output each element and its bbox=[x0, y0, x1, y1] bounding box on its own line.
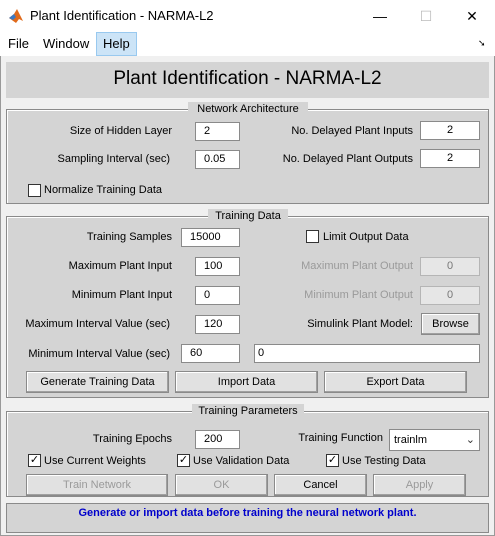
matlab-icon bbox=[9, 9, 23, 23]
sampling-interval-label: Sampling Interval (sec) bbox=[57, 153, 171, 165]
menu-window[interactable]: Window bbox=[37, 32, 95, 56]
min-plant-output-label: Minimum Plant Output bbox=[304, 289, 413, 301]
training-epochs-label: Training Epochs bbox=[92, 433, 172, 445]
delayed-inputs-label: No. Delayed Plant Inputs bbox=[291, 125, 413, 137]
window-title: Plant Identification - NARMA-L2 bbox=[30, 8, 214, 23]
training-samples-input[interactable]: 15000 bbox=[181, 228, 240, 247]
delayed-inputs-input[interactable]: 2 bbox=[420, 121, 480, 140]
limit-output-label: Limit Output Data bbox=[323, 231, 409, 243]
max-interval-input[interactable]: 120 bbox=[195, 315, 240, 334]
network-architecture-title: Network Architecture bbox=[188, 102, 308, 116]
max-plant-input-label: Maximum Plant Input bbox=[68, 260, 172, 272]
cancel-button[interactable]: Cancel bbox=[274, 474, 367, 496]
use-testing-label: Use Testing Data bbox=[342, 455, 426, 467]
delayed-outputs-label: No. Delayed Plant Outputs bbox=[282, 153, 413, 165]
use-current-weights-checkbox[interactable]: ✓ bbox=[28, 454, 41, 467]
training-function-select[interactable]: trainlm ⌄ bbox=[389, 429, 480, 451]
menu-help[interactable]: Help bbox=[96, 32, 137, 56]
training-data-title: Training Data bbox=[208, 209, 288, 223]
max-plant-output-input[interactable]: 0 bbox=[420, 257, 480, 276]
min-interval-label: Minimum Interval Value (sec) bbox=[28, 348, 170, 360]
ok-button[interactable]: OK bbox=[175, 474, 268, 496]
use-validation-label: Use Validation Data bbox=[193, 455, 290, 467]
use-current-weights-label: Use Current Weights bbox=[44, 455, 146, 467]
apply-button[interactable]: Apply bbox=[373, 474, 466, 496]
train-network-button[interactable]: Train Network bbox=[26, 474, 168, 496]
status-message: Generate or import data before training … bbox=[78, 507, 417, 519]
model-path-input[interactable]: 0 bbox=[254, 344, 480, 363]
hidden-layer-input[interactable]: 2 bbox=[195, 122, 240, 141]
page-title: Plant Identification - NARMA-L2 bbox=[113, 68, 382, 89]
browse-button[interactable]: Browse bbox=[421, 313, 480, 335]
training-function-label: Training Function bbox=[298, 432, 383, 444]
import-data-button[interactable]: Import Data bbox=[175, 371, 318, 393]
menu-overflow-icon[interactable]: ➘ bbox=[478, 38, 486, 49]
normalize-checkbox[interactable] bbox=[28, 184, 41, 197]
chevron-down-icon: ⌄ bbox=[465, 434, 475, 446]
menu-file[interactable]: File bbox=[2, 32, 35, 56]
min-plant-output-input[interactable]: 0 bbox=[420, 286, 480, 305]
delayed-outputs-input[interactable]: 2 bbox=[420, 149, 480, 168]
generate-training-data-button[interactable]: Generate Training Data bbox=[26, 371, 169, 393]
close-button[interactable]: ✕ bbox=[449, 0, 495, 32]
min-plant-input-label: Minimum Plant Input bbox=[71, 289, 172, 301]
min-interval-input[interactable]: 60 bbox=[181, 344, 240, 363]
limit-output-checkbox[interactable] bbox=[306, 230, 319, 243]
normalize-label: Normalize Training Data bbox=[44, 184, 162, 196]
hidden-layer-label: Size of Hidden Layer bbox=[69, 125, 172, 137]
max-plant-output-label: Maximum Plant Output bbox=[301, 260, 413, 272]
max-plant-input-input[interactable]: 100 bbox=[195, 257, 240, 276]
training-samples-label: Training Samples bbox=[86, 231, 172, 243]
minimize-button[interactable]: — bbox=[357, 0, 403, 32]
use-validation-checkbox[interactable]: ✓ bbox=[177, 454, 190, 467]
training-function-value: trainlm bbox=[394, 434, 428, 446]
maximize-button[interactable]: ☐ bbox=[403, 0, 449, 32]
use-testing-checkbox[interactable]: ✓ bbox=[326, 454, 339, 467]
training-epochs-input[interactable]: 200 bbox=[195, 430, 240, 449]
max-interval-label: Maximum Interval Value (sec) bbox=[25, 318, 170, 330]
sampling-interval-input[interactable]: 0.05 bbox=[195, 150, 240, 169]
export-data-button[interactable]: Export Data bbox=[324, 371, 467, 393]
training-parameters-title: Training Parameters bbox=[192, 404, 304, 418]
simulink-model-label: Simulink Plant Model: bbox=[307, 318, 413, 330]
min-plant-input-input[interactable]: 0 bbox=[195, 286, 240, 305]
